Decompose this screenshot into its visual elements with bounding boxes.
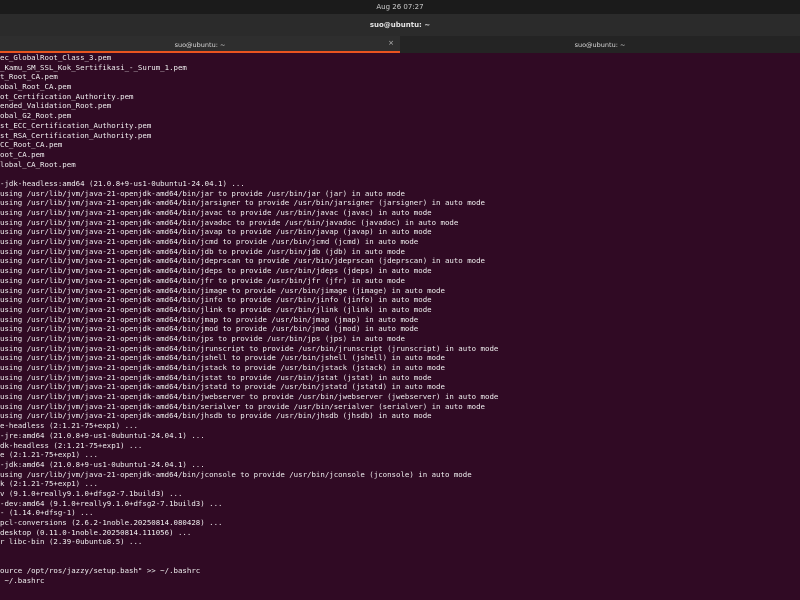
terminal-line: using /usr/lib/jvm/java-21-openjdk-amd64… — [0, 469, 472, 479]
terminal-line: -jre:amd64 (21.0.8+9-us1-0ubuntu1-24.04.… — [0, 430, 205, 440]
terminal-line: ~/.bashrc — [0, 576, 45, 586]
terminal-line: using /usr/lib/jvm/java-21-openjdk-amd64… — [0, 208, 432, 217]
tab-terminal-2[interactable]: suo@ubuntu: ~ — [400, 36, 800, 53]
terminal-line: using /usr/lib/jvm/java-21-openjdk-amd64… — [0, 314, 419, 324]
tab-bar: suo@ubuntu: ~ × suo@ubuntu: ~ — [0, 36, 800, 53]
terminal-line: using /usr/lib/jvm/java-21-openjdk-amd64… — [0, 295, 432, 305]
terminal-line: - (1.14.0+dfsg-1) ... — [0, 508, 94, 518]
terminal-line: st_ECC_Certification_Authority.pem — [0, 120, 152, 130]
terminal-line: ec_GlobalRoot_Class_3.pem — [0, 53, 112, 62]
terminal-line: using /usr/lib/jvm/java-21-openjdk-amd64… — [0, 343, 499, 353]
terminal-line: using /usr/lib/jvm/java-21-openjdk-amd64… — [0, 188, 405, 198]
terminal-line: using /usr/lib/jvm/java-21-openjdk-amd64… — [0, 401, 485, 411]
terminal-line: using /usr/lib/jvm/java-21-openjdk-amd64… — [0, 304, 432, 314]
window-title: suo@ubuntu: ~ — [369, 21, 431, 29]
terminal-line: using /usr/lib/jvm/java-21-openjdk-amd64… — [0, 382, 445, 392]
terminal-line: obal_G2_Root.pem — [0, 111, 72, 121]
terminal-line: k (2:1.21-75+exp1) ... — [0, 479, 98, 489]
terminal-line: ource /opt/ros/jazzy/setup.bash" >> ~/.b… — [0, 566, 201, 576]
terminal-line: _Kamu_SM_SSL_Kok_Sertifikasi_-_Surum_1.p… — [0, 62, 187, 72]
clock[interactable]: Aug 26 07:27 — [376, 3, 423, 11]
window-titlebar: suo@ubuntu: ~ — [0, 14, 800, 36]
terminal-line: -jdk:amd64 (21.0.8+9-us1-0ubuntu1-24.04.… — [0, 459, 205, 469]
terminal-line: obal_Root_CA.pem — [0, 82, 72, 92]
terminal-line: using /usr/lib/jvm/java-21-openjdk-amd64… — [0, 285, 445, 295]
terminal-line: pcl-conversions (2.6.2-1noble.20250814.0… — [0, 518, 223, 527]
terminal-line: dk-headless (2:1.21-75+exp1) ... — [0, 440, 143, 450]
terminal-line: using /usr/lib/jvm/java-21-openjdk-amd64… — [0, 411, 432, 421]
terminal-line: CC_Root_CA.pem — [0, 140, 63, 150]
terminal-line: using /usr/lib/jvm/java-21-openjdk-amd64… — [0, 198, 485, 208]
terminal-line: using /usr/lib/jvm/java-21-openjdk-amd64… — [0, 363, 445, 372]
terminal-line: t_Root_CA.pem — [0, 72, 58, 82]
tab-label: suo@ubuntu: ~ — [174, 40, 226, 49]
terminal-line: lobal_CA_Root.pem — [0, 159, 76, 169]
tab-terminal-1[interactable]: suo@ubuntu: ~ × — [0, 36, 400, 53]
terminal-line: using /usr/lib/jvm/java-21-openjdk-amd64… — [0, 333, 405, 343]
terminal-line: r libc-bin (2.39-0ubuntu8.5) ... — [0, 537, 143, 547]
terminal-line: using /usr/lib/jvm/java-21-openjdk-amd64… — [0, 324, 419, 334]
terminal-line: ot_Certification_Authority.pem — [0, 91, 134, 101]
terminal-line: ended_Validation_Root.pem — [0, 101, 112, 111]
terminal-line: using /usr/lib/jvm/java-21-openjdk-amd64… — [0, 372, 432, 382]
terminal-output[interactable]: ec_GlobalRoot_Class_3.pem _Kamu_SM_SSL_Ko… — [0, 53, 800, 600]
terminal-line: e (2:1.21-75+exp1) ... — [0, 450, 98, 460]
terminal-line: using /usr/lib/jvm/java-21-openjdk-amd64… — [0, 217, 459, 227]
terminal-line: using /usr/lib/jvm/java-21-openjdk-amd64… — [0, 392, 499, 402]
terminal-line: desktop (0.11.0-1noble.20250814.111056) … — [0, 527, 192, 537]
terminal-line: -jdk-headless:amd64 (21.0.8+9-us1-0ubunt… — [0, 178, 245, 188]
terminal-line: oot_CA.pem — [0, 149, 45, 159]
terminal-line: st_RSA_Certification_Authority.pem — [0, 130, 152, 140]
close-icon[interactable]: × — [388, 39, 394, 47]
terminal-line: -dev:amd64 (9.1.0+really9.1.0+dfsg2-7.1b… — [0, 498, 223, 508]
tab-label: suo@ubuntu: ~ — [574, 40, 626, 49]
terminal-line: using /usr/lib/jvm/java-21-openjdk-amd64… — [0, 353, 445, 363]
terminal-line: using /usr/lib/jvm/java-21-openjdk-amd64… — [0, 227, 432, 237]
terminal-line: v (9.1.0+really9.1.0+dfsg2-7.1build3) ..… — [0, 488, 183, 498]
terminal-line: using /usr/lib/jvm/java-21-openjdk-amd64… — [0, 246, 405, 256]
terminal-line: using /usr/lib/jvm/java-21-openjdk-amd64… — [0, 256, 485, 266]
terminal-line: e-headless (2:1.21-75+exp1) ... — [0, 421, 138, 431]
system-top-bar: Aug 26 07:27 — [0, 0, 800, 14]
terminal-line: using /usr/lib/jvm/java-21-openjdk-amd64… — [0, 237, 419, 247]
terminal-line: using /usr/lib/jvm/java-21-openjdk-amd64… — [0, 266, 432, 276]
terminal-line: using /usr/lib/jvm/java-21-openjdk-amd64… — [0, 275, 405, 285]
